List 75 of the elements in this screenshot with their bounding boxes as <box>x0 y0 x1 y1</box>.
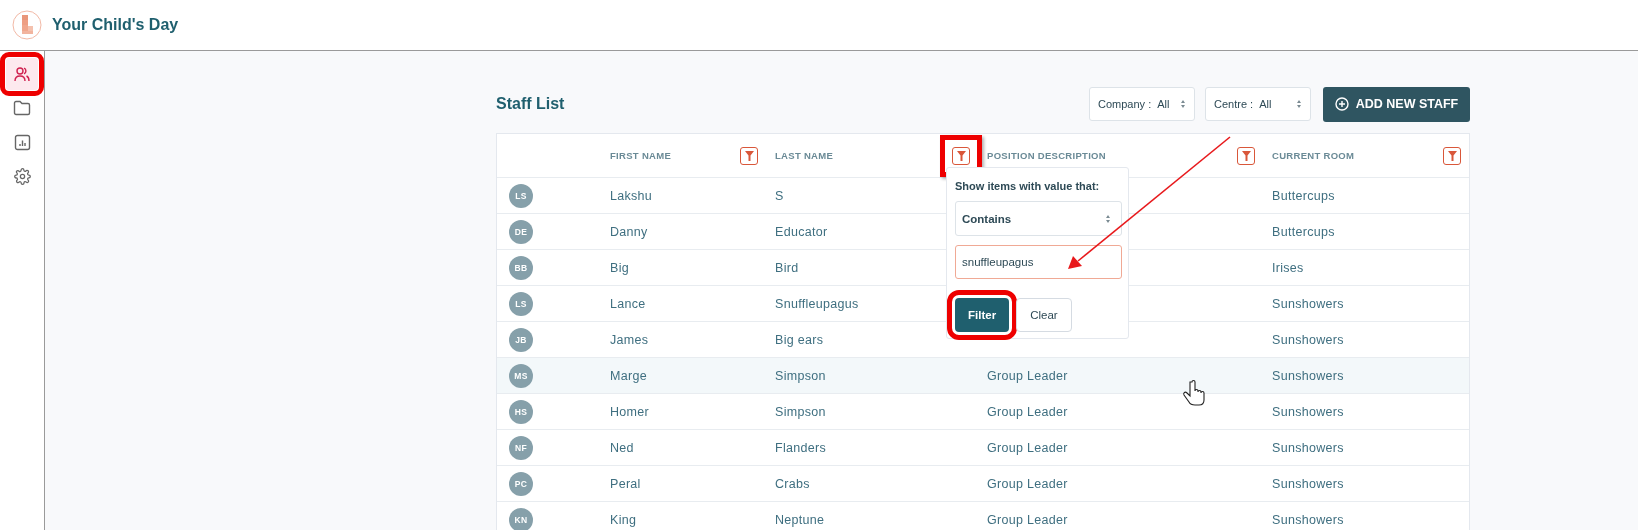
table-cell: Big ears <box>775 332 824 347</box>
filter-value-field[interactable]: snuffleupagus <box>955 245 1122 279</box>
table-cell: Crabs <box>775 476 810 491</box>
avatar: LS <box>509 183 533 208</box>
table-cell: Simpson <box>775 404 826 419</box>
table-cell: Big <box>610 260 629 275</box>
table-cell: Danny <box>610 224 648 239</box>
avatar: PC <box>509 471 533 496</box>
column-header: FIRST NAME <box>610 150 672 161</box>
funnel-icon <box>1447 150 1457 161</box>
table-cell: Sunshowers <box>1272 368 1344 383</box>
filter-button[interactable] <box>1237 146 1255 165</box>
table-cell: Lance <box>610 296 646 311</box>
centre-select[interactable]: Centre : All <box>1205 87 1311 121</box>
settings-icon <box>13 167 31 185</box>
table-cell: James <box>610 332 649 347</box>
table-cell: Simpson <box>775 368 826 383</box>
table-cell: Marge <box>610 368 647 383</box>
table-cell: Group Leader <box>987 440 1068 455</box>
company-select[interactable]: Company : All <box>1089 87 1195 121</box>
table-cell: Sunshowers <box>1272 404 1344 419</box>
updown-icon <box>1296 99 1302 109</box>
table-cell: Flanders <box>775 440 827 455</box>
filter-button[interactable] <box>952 146 970 165</box>
avatar: BB <box>509 255 533 280</box>
avatar: MS <box>509 363 533 388</box>
plus-circle-icon <box>1334 97 1349 111</box>
table-cell: Sunshowers <box>1272 332 1344 347</box>
funnel-icon <box>956 150 966 161</box>
filter-button[interactable] <box>1443 146 1461 165</box>
avatar: KN <box>509 507 533 530</box>
table-cell: Sunshowers <box>1272 296 1344 311</box>
table-cell: Snuffleupagus <box>775 296 859 311</box>
table-cell: Lakshu <box>610 188 653 203</box>
table-cell: Group Leader <box>987 404 1068 419</box>
table-cell: Sunshowers <box>1272 512 1344 527</box>
table-cell: Ned <box>610 440 634 455</box>
table-cell: Group Leader <box>987 368 1068 383</box>
add-staff-button[interactable]: ADD NEW STAFF <box>1323 86 1470 122</box>
chart-icon <box>13 133 31 151</box>
column-header: CURRENT ROOM <box>1272 150 1355 161</box>
table-cell: Irises <box>1272 260 1304 275</box>
people-icon <box>13 65 31 83</box>
popup-label: Show items with value that: <box>955 180 1101 192</box>
table-cell: King <box>610 512 637 527</box>
updown-icon <box>1180 99 1186 109</box>
filter-button[interactable] <box>740 146 758 165</box>
column-header: POSITION DESCRIPTION <box>987 150 1106 161</box>
funnel-icon <box>1241 150 1251 161</box>
avatar: NF <box>509 435 533 460</box>
clear-button[interactable]: Clear <box>1016 298 1072 332</box>
funnel-icon <box>744 150 754 161</box>
avatar: JB <box>509 327 533 352</box>
avatar: DE <box>509 219 533 244</box>
avatar: HS <box>509 399 533 424</box>
table-cell: S <box>775 188 784 203</box>
avatar: LS <box>509 291 533 316</box>
table-cell: Neptune <box>775 512 825 527</box>
operator-select[interactable]: Contains <box>955 201 1122 237</box>
table-cell: Bird <box>775 260 799 275</box>
table-cell: Buttercups <box>1272 224 1335 239</box>
folder-icon <box>13 100 31 116</box>
updown-icon <box>1105 213 1111 224</box>
table-cell: Buttercups <box>1272 188 1335 203</box>
table-cell: Educator <box>775 224 828 239</box>
column-header: LAST NAME <box>775 150 834 161</box>
app-title: Your Child's Day <box>52 16 179 34</box>
table-cell: Sunshowers <box>1272 440 1344 455</box>
table-cell: Group Leader <box>987 512 1068 527</box>
table-cell: Homer <box>610 404 649 419</box>
table-cell: Sunshowers <box>1272 476 1344 491</box>
page-title: Staff List <box>496 95 565 113</box>
table-cell: Peral <box>610 476 641 491</box>
logo-icon <box>12 10 42 40</box>
table-cell: Group Leader <box>987 476 1068 491</box>
